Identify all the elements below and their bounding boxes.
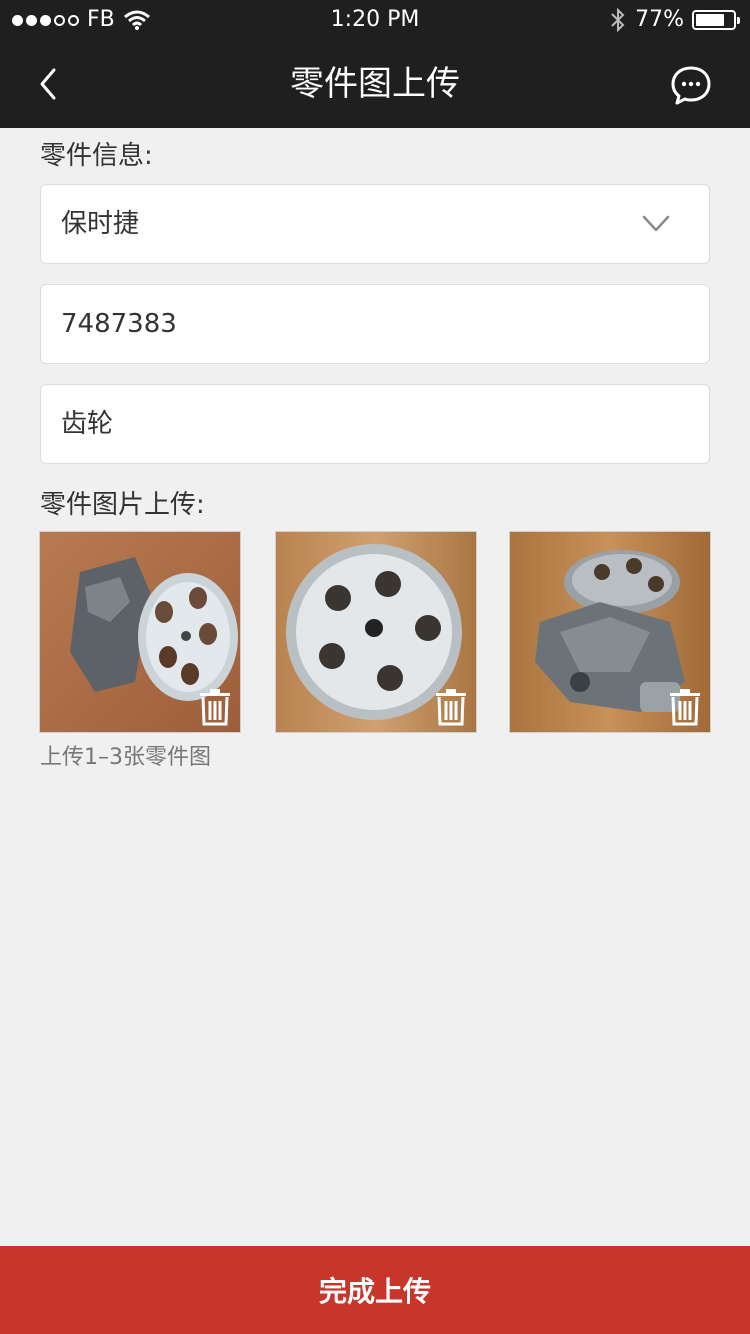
part-photo-3[interactable] (509, 531, 711, 733)
trash-icon[interactable] (668, 688, 702, 726)
screen: FB 1:20 PM 77% 零件图上传 零件信息: 保时捷 7487383 齿… (0, 0, 750, 1334)
part-name-value: 齿轮 (61, 409, 114, 439)
part-number-value: 7487383 (61, 309, 177, 339)
part-photo-2[interactable] (275, 531, 477, 733)
trash-icon[interactable] (198, 688, 232, 726)
upload-hint: 上传1–3张零件图 (40, 745, 211, 770)
chevron-down-icon (642, 215, 670, 232)
battery-icon (692, 10, 740, 30)
status-right: 77% (609, 6, 740, 34)
brand-select-value: 保时捷 (61, 209, 140, 239)
part-photo-1[interactable] (39, 531, 241, 733)
page-title: 零件图上传 (290, 64, 460, 104)
brand-select[interactable]: 保时捷 (40, 184, 710, 264)
images-label: 零件图片上传: (40, 490, 205, 520)
bluetooth-icon (611, 7, 625, 33)
submit-button[interactable]: 完成上传 (0, 1246, 750, 1334)
trash-icon[interactable] (434, 688, 468, 726)
nav-bar: 零件图上传 (0, 40, 750, 128)
part-info-label: 零件信息: (40, 141, 153, 171)
part-name-field[interactable]: 齿轮 (40, 384, 710, 464)
part-number-field[interactable]: 7487383 (40, 284, 710, 364)
chat-bubble-icon[interactable] (670, 64, 712, 106)
battery-percent: 77% (635, 7, 684, 32)
status-bar: FB 1:20 PM 77% (0, 0, 750, 40)
